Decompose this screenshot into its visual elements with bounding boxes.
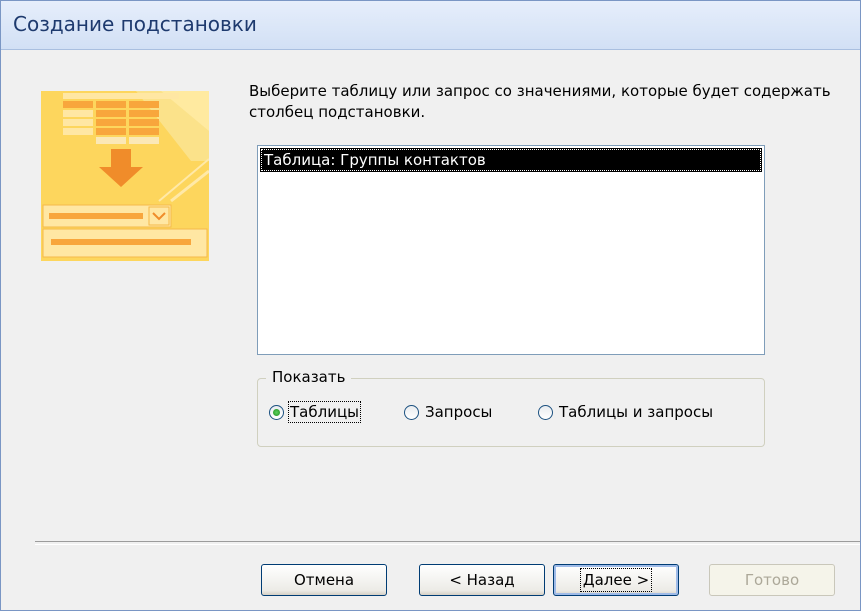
next-button-label: Далее > [579, 568, 653, 592]
title-bar: Создание подстановки [1, 1, 860, 50]
footer-separator [35, 541, 860, 545]
finish-button-label: Готово [744, 571, 800, 589]
lookup-wizard-dialog: Создание подстановки Выберите таблицу ил… [0, 0, 861, 611]
instruction-text: Выберите таблицу или запрос со значениям… [249, 82, 831, 121]
radio-queries[interactable]: Запросы [404, 403, 492, 421]
cancel-button-label: Отмена [293, 571, 355, 589]
back-button[interactable]: < Назад [419, 564, 545, 596]
show-groupbox: Показать Таблицы Запросы Таблицы и запро… [257, 368, 765, 447]
finish-button: Готово [709, 564, 835, 596]
radio-queries-label: Запросы [425, 403, 493, 421]
radio-selected-icon [269, 404, 284, 420]
radio-tables-and-queries-label: Таблицы и запросы [559, 403, 714, 421]
radio-empty-icon [404, 404, 419, 420]
radio-tables-and-queries[interactable]: Таблицы и запросы [538, 403, 713, 421]
back-button-label: < Назад [449, 571, 515, 589]
show-group-label: Показать [266, 368, 352, 386]
radio-tables-label: Таблицы [288, 401, 361, 423]
lookup-wizard-illustration-icon [41, 91, 209, 261]
table-query-listbox[interactable]: Таблица: Группы контактов [257, 145, 765, 355]
list-item[interactable]: Таблица: Группы контактов [260, 148, 762, 172]
window-title: Создание подстановки [13, 12, 257, 36]
radio-tables[interactable]: Таблицы [269, 401, 361, 423]
radio-empty-icon [538, 404, 553, 420]
cancel-button[interactable]: Отмена [261, 564, 387, 596]
next-button[interactable]: Далее > [553, 564, 679, 596]
